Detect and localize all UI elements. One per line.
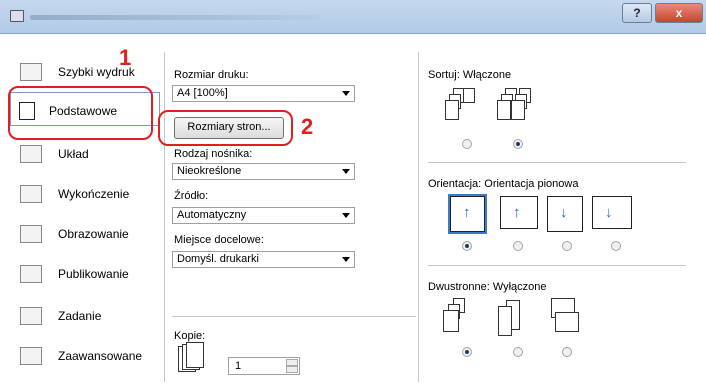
chevron-down-icon <box>342 169 350 174</box>
copies-icon <box>178 342 208 378</box>
sidebar-item-label: Obrazowanie <box>58 227 129 241</box>
collate-on-icon <box>497 88 537 130</box>
duplex-caption: Dwustronne: Wyłączone <box>428 281 547 293</box>
finishing-icon <box>20 185 42 203</box>
sidebar-item-publishing[interactable]: Publikowanie <box>10 256 160 290</box>
orientation-label: Orientacja: <box>428 178 482 190</box>
chevron-down-icon[interactable] <box>286 366 298 373</box>
source-select[interactable]: Automatyczny <box>172 207 355 224</box>
source-label: Źródło: <box>174 190 209 202</box>
orientation-portrait-rotated-radio[interactable] <box>562 241 572 251</box>
media-type-select[interactable]: Nieokreślone <box>172 163 355 180</box>
portrait-option[interactable]: ↑ <box>448 194 487 234</box>
window-title <box>30 15 320 20</box>
duplex-label: Dwustronne: <box>428 281 490 293</box>
print-size-select[interactable]: A4 [100%] <box>172 85 355 102</box>
destination-label: Miejsce docelowe: <box>174 234 264 246</box>
sidebar-item-label: Wykończenie <box>58 187 130 201</box>
sidebar-item-label: Publikowanie <box>58 267 129 281</box>
duplex-long-edge-icon <box>498 298 534 340</box>
orientation-caption: Orientacja: Orientacja pionowa <box>428 178 578 190</box>
destination-select[interactable]: Domyśl. drukarki <box>172 251 355 268</box>
divider <box>164 52 165 382</box>
orientation-landscape-radio[interactable] <box>513 241 523 251</box>
collate-on-radio[interactable] <box>513 139 523 149</box>
callout-number-2: 2 <box>301 114 314 139</box>
sidebar-item-quick-print[interactable]: Szybki wydruk <box>10 54 160 88</box>
divider <box>172 316 416 317</box>
advanced-icon <box>20 347 42 365</box>
media-type-value: Nieokreślone <box>177 165 242 177</box>
callout-highlight-2 <box>158 110 293 146</box>
orientation-portrait-radio[interactable] <box>462 241 472 251</box>
title-bar: ? x <box>0 0 706 34</box>
printer-icon <box>10 10 24 22</box>
callout-number-1: 1 <box>119 45 132 70</box>
job-icon <box>20 307 42 325</box>
collate-value: Włączone <box>462 69 512 81</box>
media-type-label: Rodzaj nośnika: <box>174 148 253 160</box>
arrow-up-icon: ↑ <box>513 204 521 221</box>
sidebar-item-layout[interactable]: Układ <box>10 136 160 170</box>
collate-off-icon <box>445 88 481 130</box>
chevron-down-icon <box>342 213 350 218</box>
collate-label: Sortuj: <box>428 69 460 81</box>
quick-print-icon <box>20 63 42 81</box>
duplex-value: Wyłączone <box>492 281 547 293</box>
orientation-landscape-rotated-radio[interactable] <box>611 241 621 251</box>
imaging-icon <box>20 225 42 243</box>
layout-icon <box>20 145 42 163</box>
duplex-off-radio[interactable] <box>462 347 472 357</box>
copies-field[interactable]: 1 <box>228 357 300 375</box>
divider <box>418 52 419 382</box>
duplex-short-edge-icon <box>547 298 587 340</box>
print-size-label: Rozmiar druku: <box>174 69 249 81</box>
landscape-rotated-option[interactable]: ↓ <box>592 196 632 229</box>
sidebar-item-imaging[interactable]: Obrazowanie <box>10 216 160 250</box>
duplex-short-edge-radio[interactable] <box>562 347 572 357</box>
print-size-value: A4 [100%] <box>177 87 228 99</box>
copies-label: Kopie: <box>174 330 206 342</box>
callout-highlight-1 <box>8 86 153 140</box>
sidebar-item-job[interactable]: Zadanie <box>10 298 160 332</box>
sidebar-item-label: Układ <box>58 147 89 161</box>
sidebar-item-label: Zaawansowane <box>58 349 143 363</box>
publishing-icon <box>20 265 42 283</box>
arrow-up-icon: ↑ <box>463 204 471 221</box>
arrow-down-icon: ↓ <box>560 204 568 221</box>
sidebar-item-finishing[interactable]: Wykończenie <box>10 176 160 210</box>
help-button[interactable]: ? <box>622 3 652 23</box>
copies-value: 1 <box>235 360 242 372</box>
landscape-option[interactable]: ↑ <box>500 196 538 229</box>
divider <box>428 162 686 163</box>
duplex-off-icon <box>443 298 479 340</box>
chevron-up-icon[interactable] <box>286 359 298 366</box>
portrait-rotated-option[interactable]: ↓ <box>547 196 583 232</box>
collate-off-radio[interactable] <box>462 139 472 149</box>
source-value: Automatyczny <box>177 209 247 221</box>
sidebar-item-advanced[interactable]: Zaawansowane <box>10 338 160 372</box>
collate-caption: Sortuj: Włączone <box>428 69 511 81</box>
duplex-long-edge-radio[interactable] <box>513 347 523 357</box>
orientation-value: Orientacja pionowa <box>484 178 579 190</box>
arrow-down-icon: ↓ <box>605 204 613 221</box>
chevron-down-icon <box>342 91 350 96</box>
close-button[interactable]: x <box>655 3 703 23</box>
sidebar-item-label: Zadanie <box>58 309 102 323</box>
chevron-down-icon <box>342 257 350 262</box>
destination-value: Domyśl. drukarki <box>177 253 259 265</box>
divider <box>428 265 686 266</box>
